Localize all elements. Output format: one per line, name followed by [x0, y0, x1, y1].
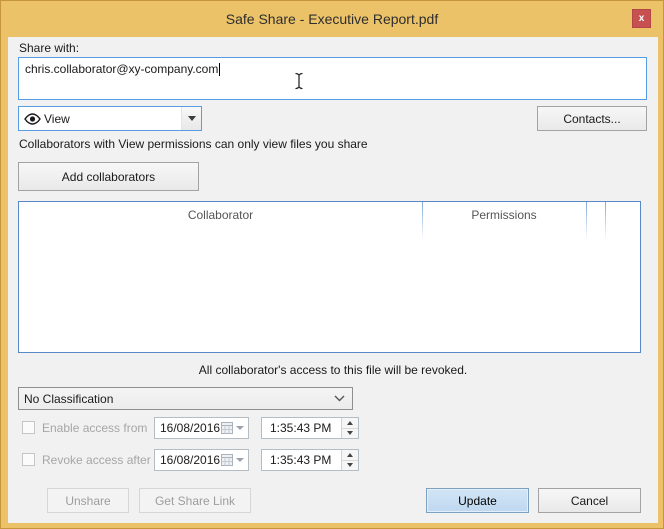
close-icon: x: [638, 12, 645, 24]
cancel-button[interactable]: Cancel: [538, 488, 641, 513]
window-title: Safe Share - Executive Report.pdf: [225, 11, 439, 27]
update-button[interactable]: Update: [426, 488, 529, 513]
safe-share-dialog: Safe Share - Executive Report.pdf x Shar…: [0, 0, 664, 529]
spin-up-icon[interactable]: [342, 418, 358, 429]
column-separator: [586, 202, 587, 240]
enable-access-date-value: 16/08/2016: [160, 421, 221, 435]
column-header-collaborator[interactable]: Collaborator: [19, 202, 422, 228]
spin-down-icon[interactable]: [342, 460, 358, 470]
permission-dropdown-arrow[interactable]: [181, 107, 201, 130]
revoke-access-checkbox[interactable]: [22, 453, 35, 466]
time-spinner[interactable]: [341, 418, 358, 438]
enable-access-time-value: 1:35:43 PM: [270, 421, 332, 435]
spin-down-icon[interactable]: [342, 428, 358, 438]
column-separator: [422, 202, 423, 240]
column-separator: [605, 202, 606, 240]
revoke-access-time-picker[interactable]: 1:35:43 PM: [261, 449, 359, 471]
permission-selected-value: View: [44, 111, 70, 126]
revoke-access-time-value: 1:35:43 PM: [270, 453, 332, 467]
classification-selected-value: No Classification: [24, 391, 114, 406]
get-share-link-button[interactable]: Get Share Link: [139, 488, 251, 513]
enable-access-date-picker[interactable]: 16/08/2016: [154, 417, 249, 439]
dialog-body: Share with: chris.collaborator@xy-compan…: [8, 37, 658, 523]
permission-hint: Collaborators with View permissions can …: [19, 137, 368, 151]
unshare-button[interactable]: Unshare: [47, 488, 129, 513]
contacts-button[interactable]: Contacts...: [537, 106, 647, 131]
time-spinner[interactable]: [341, 450, 358, 470]
enable-access-checkbox[interactable]: [22, 421, 35, 434]
enable-access-time-picker[interactable]: 1:35:43 PM: [261, 417, 359, 439]
column-header-permissions[interactable]: Permissions: [422, 202, 586, 228]
chevron-down-icon: [236, 458, 244, 462]
revoke-access-label: Revoke access after: [42, 453, 151, 467]
column-header-extra-1: [586, 202, 605, 228]
chevron-down-icon: [236, 426, 244, 430]
revoke-access-date-value: 16/08/2016: [160, 453, 221, 467]
titlebar[interactable]: Safe Share - Executive Report.pdf x: [1, 1, 663, 37]
classification-select[interactable]: No Classification: [18, 387, 353, 410]
recipient-input[interactable]: chris.collaborator@xy-company.com: [18, 57, 647, 100]
text-caret: [219, 63, 221, 76]
chevron-down-icon: [334, 395, 345, 402]
permission-dropdown[interactable]: View: [18, 106, 202, 131]
collaborators-table-header: Collaborator Permissions: [19, 202, 640, 240]
eye-icon: [24, 112, 41, 125]
add-collaborators-button[interactable]: Add collaborators: [18, 162, 199, 191]
calendar-icon: [221, 422, 233, 434]
spin-up-icon[interactable]: [342, 450, 358, 461]
enable-access-label: Enable access from: [42, 421, 148, 435]
collaborators-table[interactable]: Collaborator Permissions: [18, 201, 641, 353]
calendar-icon: [221, 454, 233, 466]
chevron-down-icon: [187, 116, 196, 121]
column-header-extra-2: [605, 202, 640, 228]
revoke-note: All collaborator's access to this file w…: [198, 363, 468, 377]
share-with-label: Share with:: [19, 41, 80, 55]
recipient-input-value: chris.collaborator@xy-company.com: [25, 62, 219, 76]
close-button[interactable]: x: [632, 9, 651, 28]
revoke-access-date-picker[interactable]: 16/08/2016: [154, 449, 249, 471]
